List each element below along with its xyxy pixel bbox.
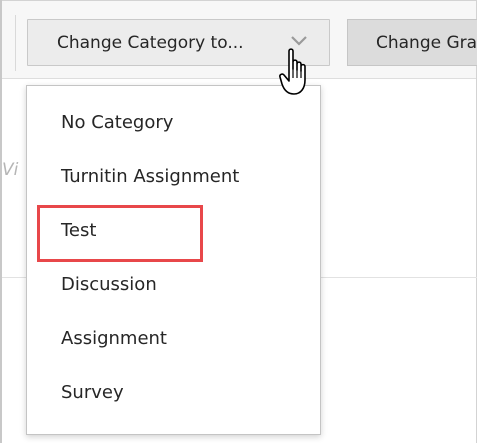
toolbar-separator bbox=[15, 15, 16, 71]
menu-item-label: Turnitin Assignment bbox=[61, 165, 240, 187]
menu-item-no-category[interactable]: No Category bbox=[27, 95, 320, 149]
menu-item-turnitin-assignment[interactable]: Turnitin Assignment bbox=[27, 149, 320, 203]
change-category-button-label: Change Category to... bbox=[57, 32, 244, 53]
menu-item-label: Test bbox=[61, 219, 97, 241]
menu-item-discussion[interactable]: Discussion bbox=[27, 257, 320, 311]
change-grade-button[interactable]: Change Grade bbox=[347, 19, 477, 66]
change-grade-button-label: Change Grade bbox=[376, 32, 477, 53]
menu-item-label: Survey bbox=[61, 381, 124, 403]
hand-cursor-icon bbox=[279, 48, 306, 95]
menu-item-label: No Category bbox=[61, 111, 174, 133]
menu-item-assignment[interactable]: Assignment bbox=[27, 311, 320, 365]
menu-item-survey[interactable]: Survey bbox=[27, 365, 320, 419]
chevron-down-icon bbox=[291, 36, 307, 46]
menu-item-label: Discussion bbox=[61, 273, 157, 295]
menu-item-test[interactable]: Test bbox=[27, 203, 320, 262]
category-dropdown-menu: No Category Turnitin Assignment Test Dis… bbox=[26, 85, 321, 435]
menu-item-label: Assignment bbox=[61, 327, 167, 349]
background-text-fragment: Vi bbox=[2, 160, 19, 180]
screenshot-stage: Vi Change Category to... Change Grade No… bbox=[0, 0, 477, 443]
